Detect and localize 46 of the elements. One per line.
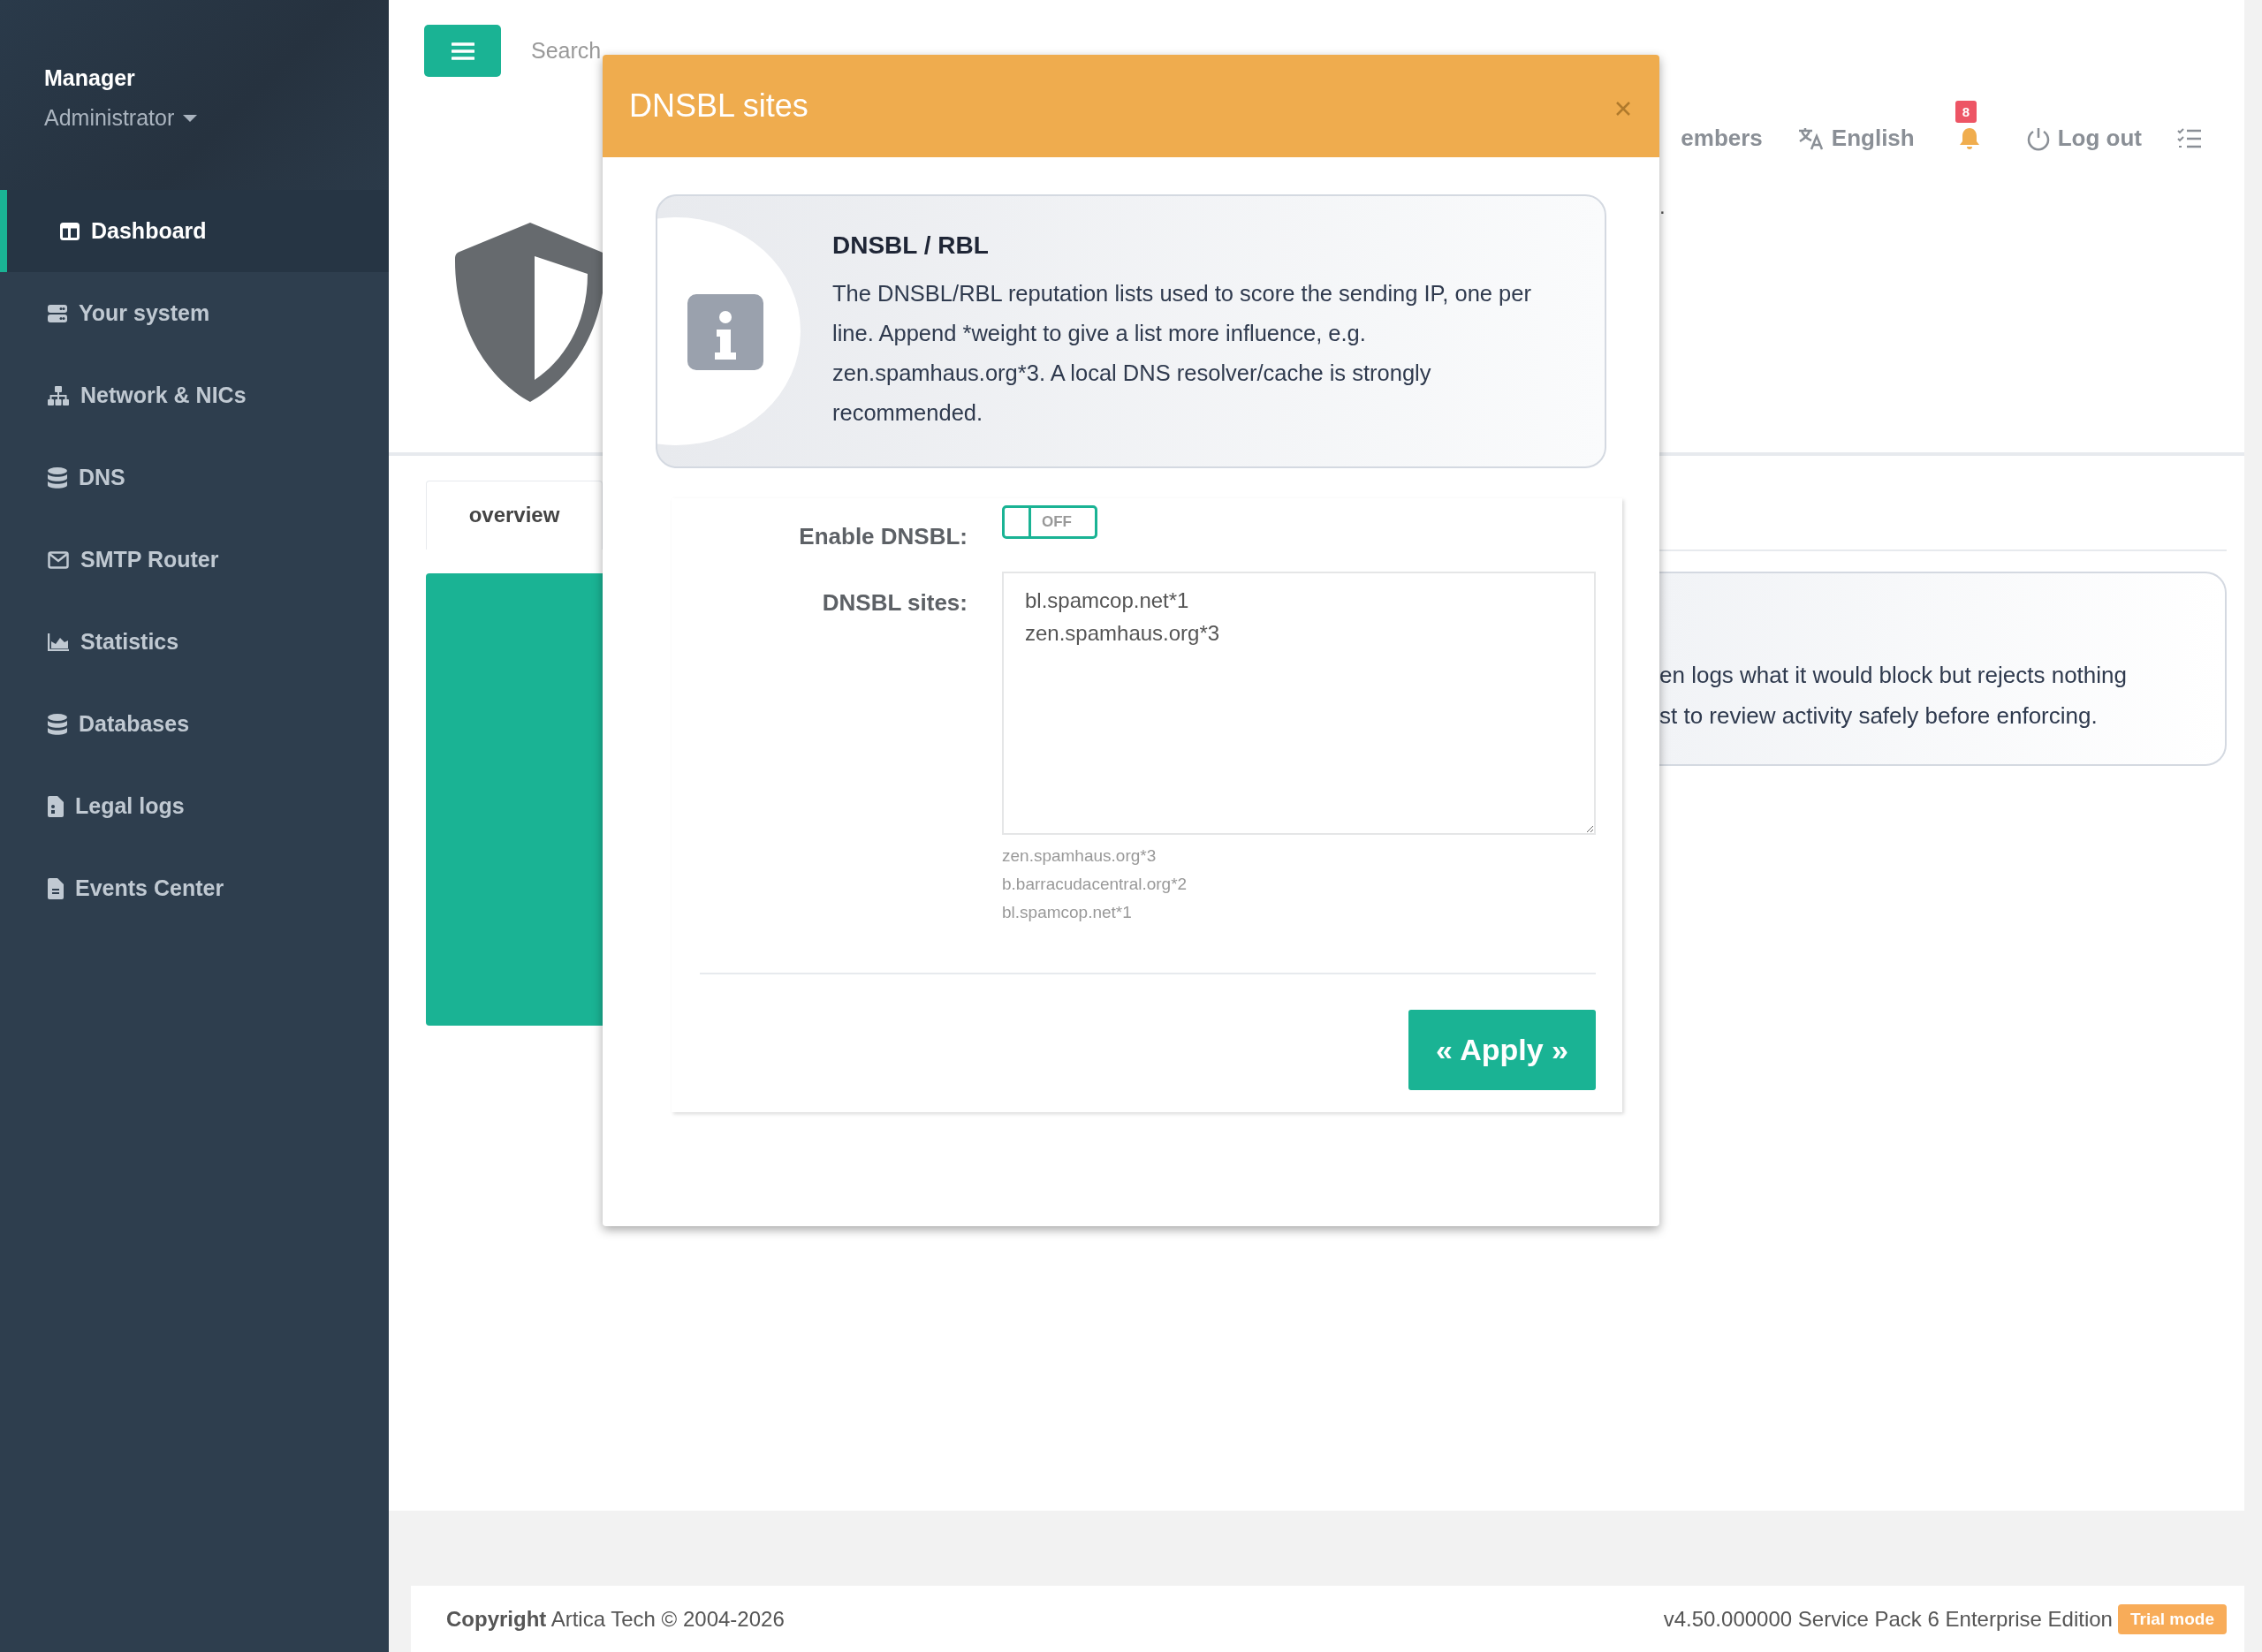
sites-textarea[interactable]: bl.spamcop.net*1 zen.spamhaus.org*3 [1002,572,1596,835]
power-icon [2025,125,2051,151]
network-icon [48,385,69,405]
field-label: Enable DNSBL: [798,522,968,550]
trial-badge: Trial mode [2117,1603,2227,1634]
search-field[interactable]: Search [531,38,602,64]
sidebar-item[interactable]: Databases [0,683,389,765]
sidebar-item[interactable]: Dashboard [0,190,389,272]
dashboard-icon [60,222,80,240]
document-icon [48,795,64,817]
help-text: bl.spamcop.net*1 [1002,902,1133,923]
caret-icon [183,114,198,122]
area-chart-icon [48,633,69,651]
menu-icon [451,41,474,61]
sidebar-item[interactable]: Legal logs [0,765,389,847]
server-icon [48,303,67,323]
sidebar-item[interactable]: Network & NICs [0,354,389,436]
help-text: b.barracudacentral.org*2 [1002,874,1188,895]
version-text: v4.50.000000 Service Pack 6 Enterprise Edition [1663,1606,2113,1632]
sidebar-item[interactable]: SMTP Router [0,519,389,601]
translate-icon [1797,126,1825,150]
info-title: DNSBL / RBL [832,231,990,260]
help-text: zen.spamhaus.org*3 [1002,845,1158,867]
database-icon [48,713,67,735]
checklist-icon[interactable] [2177,127,2202,149]
document-icon [48,877,64,899]
sidebar-item[interactable]: Statistics [0,601,389,683]
role-dropdown[interactable]: Administrator [44,105,198,131]
sidebar-item[interactable]: Your system [0,272,389,354]
field-label: DNSBL sites: [821,588,968,618]
user-name: Manager [44,65,135,91]
info-card: en logs what it would block but rejects nothing st to review activity safely before enforcing. [1659,572,2227,766]
modal-title: DNSBL sites [629,87,808,125]
menu-button[interactable] [424,25,501,77]
info-icon [687,294,763,370]
bell-icon [1958,126,1980,150]
header-text: . [1659,193,1666,218]
database-icon [48,466,67,489]
close-icon [1615,101,1631,117]
copyright-text: Copyright Artica Tech © 2004-2026 [446,1606,786,1632]
tab[interactable]: overview [426,481,603,549]
sidebar-item[interactable]: DNS [0,436,389,519]
envelope-icon [48,550,69,569]
info-text: The DNSBL/RBL reputation lists used to score the sending IP, one per line. Append *weight to give a list more influence, e.g. zen.spamhaus.org*3. A local DNS resolver/cache is strongly recommended. [832,280,1532,427]
sidebar-item[interactable]: Events Center [0,847,389,929]
notification-count: 8 [1955,100,1977,123]
